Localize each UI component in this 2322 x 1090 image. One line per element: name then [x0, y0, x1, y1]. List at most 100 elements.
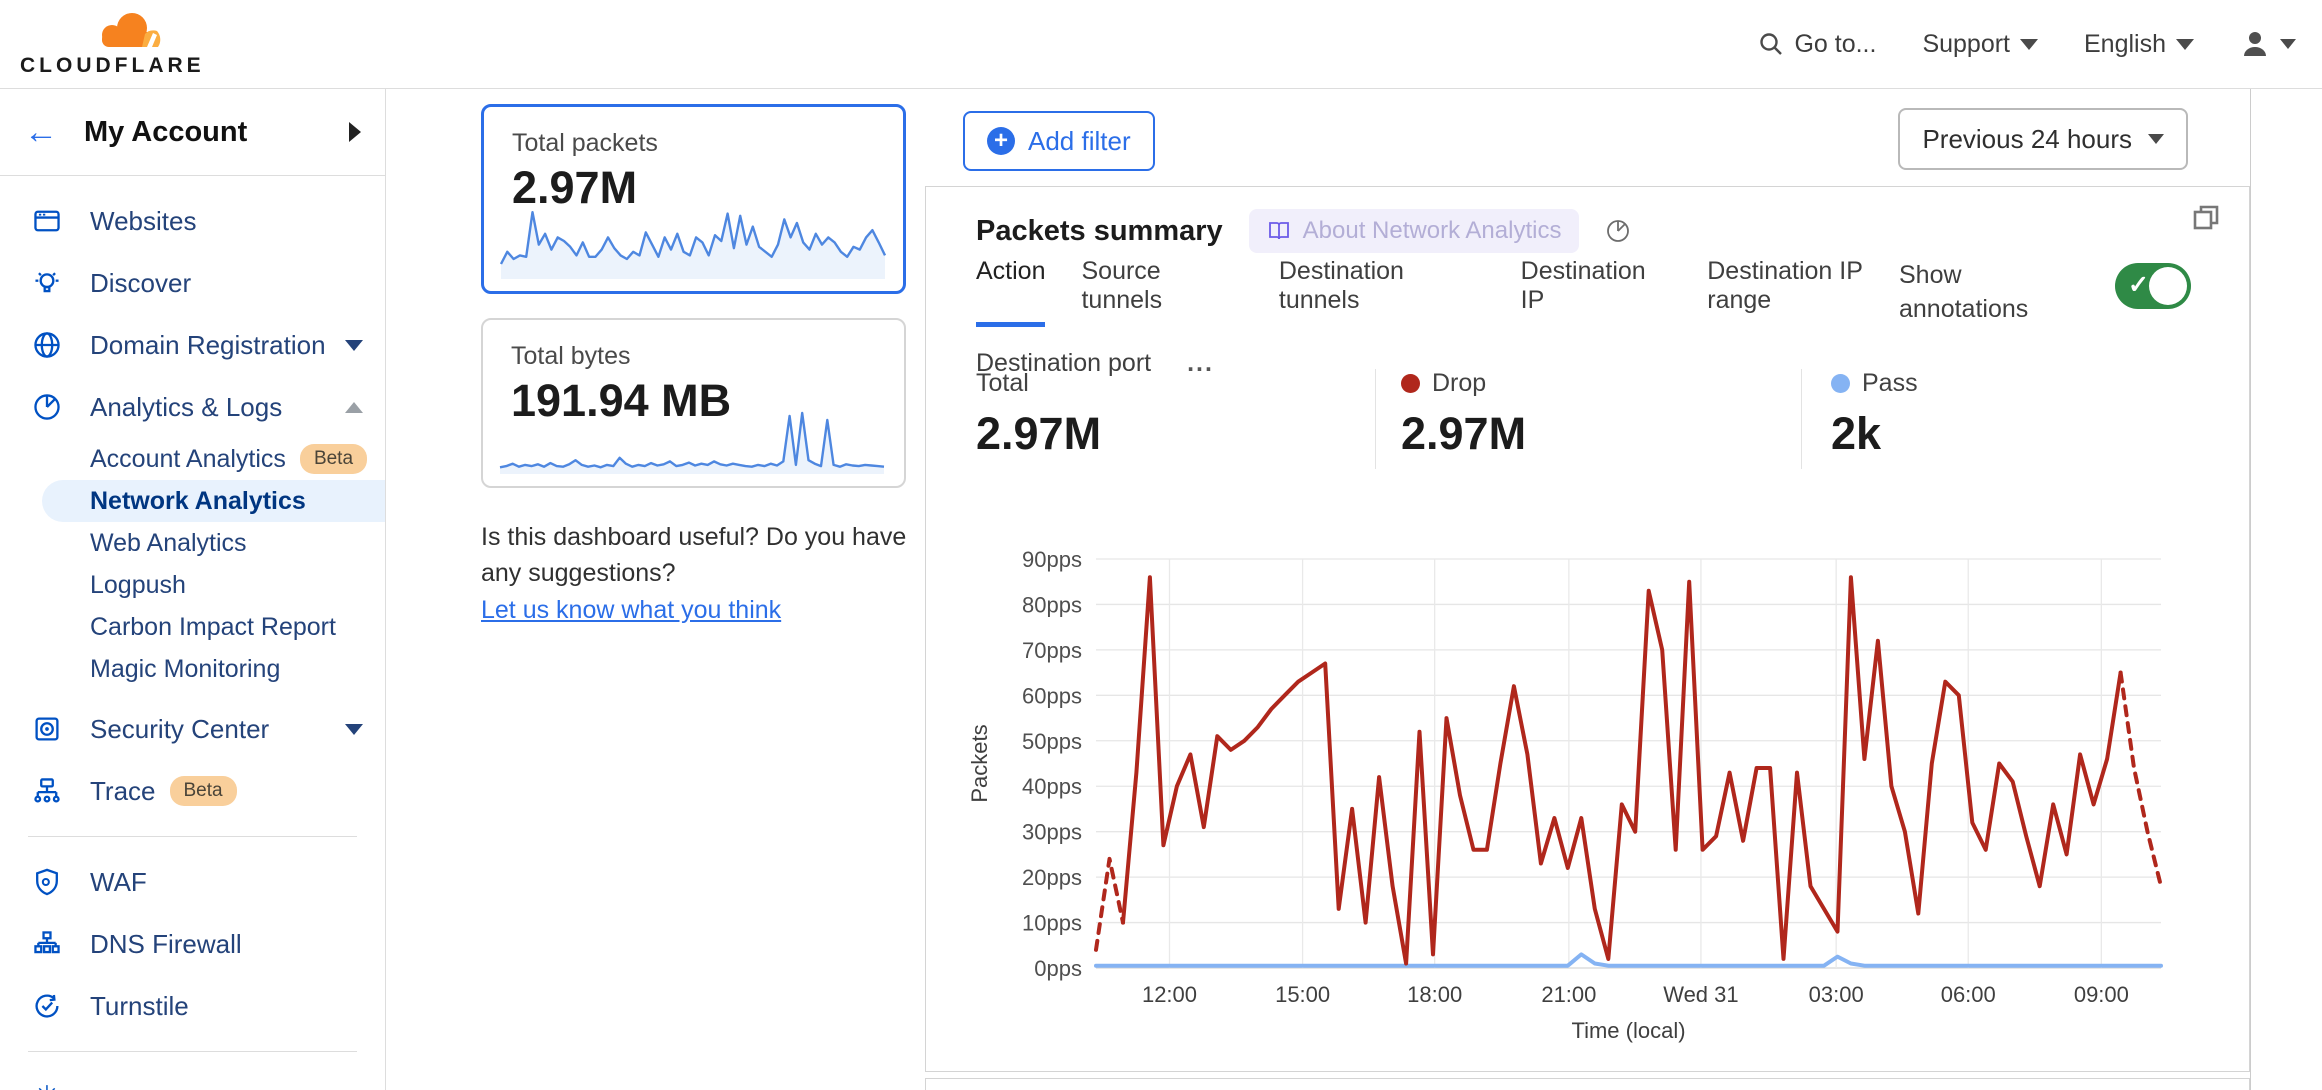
book-icon [1267, 219, 1291, 243]
toggle-knob [2149, 267, 2187, 305]
sidebar-item-partial[interactable]: ✳ [0, 1066, 385, 1090]
trace-flow-icon [30, 774, 64, 808]
total-packets-card[interactable]: Total packets 2.97M [481, 104, 906, 294]
language-menu[interactable]: English [2084, 30, 2194, 59]
cloudflare-logo[interactable]: CLOUDFLARE [20, 6, 190, 82]
sidebar-item-label: DNS Firewall [90, 929, 242, 960]
top-bar-menu: Go to... Support English [1758, 0, 2296, 88]
sidebar-item-discover[interactable]: Discover [0, 252, 385, 314]
feedback-link[interactable]: Let us know what you think [481, 596, 781, 624]
support-menu[interactable]: Support [1922, 30, 2038, 59]
sidebar-item-waf[interactable]: WAF [0, 851, 385, 913]
chevron-up-icon [345, 402, 363, 413]
sidebar-item-analytics-logs[interactable]: Analytics & Logs [0, 376, 385, 438]
sidebar-item-label: Discover [90, 268, 191, 299]
tab-destination-tunnels[interactable]: Destination tunnels [1279, 257, 1485, 327]
sidebar-item-label: Logpush [90, 571, 186, 600]
sidebar-item-trace[interactable]: Trace Beta [0, 760, 385, 822]
svg-text:09:00: 09:00 [2074, 982, 2129, 1007]
sidebar-item-label: WAF [90, 867, 147, 898]
sidebar-item-web-analytics[interactable]: Web Analytics [0, 522, 385, 564]
plus-icon: + [987, 127, 1015, 155]
svg-text:50pps: 50pps [1022, 729, 1082, 754]
content-area: Total packets 2.97M Total bytes 191.94 M… [386, 89, 2250, 1090]
svg-text:90pps: 90pps [1022, 547, 1082, 572]
sidebar-item-account-analytics[interactable]: Account Analytics Beta [0, 438, 385, 480]
chevron-down-icon [2280, 39, 2296, 49]
svg-text:21:00: 21:00 [1541, 982, 1596, 1007]
sidebar-item-turnstile[interactable]: Turnstile [0, 975, 385, 1037]
divider [28, 1051, 357, 1052]
sidebar-item-dns-firewall[interactable]: DNS Firewall [0, 913, 385, 975]
verify-check-icon [30, 989, 64, 1023]
total-bytes-card[interactable]: Total bytes 191.94 MB [481, 318, 906, 488]
chevron-right-icon[interactable] [349, 122, 361, 142]
sidebar-item-network-analytics[interactable]: Network Analytics [42, 480, 385, 522]
hierarchy-icon [30, 927, 64, 961]
sidebar-item-carbon-impact-report[interactable]: Carbon Impact Report [0, 606, 385, 648]
sidebar-item-label: Network Analytics [90, 487, 306, 516]
feedback-block: Is this dashboard useful? Do you have an… [481, 519, 951, 628]
lightbulb-icon [30, 266, 64, 300]
svg-text:30pps: 30pps [1022, 820, 1082, 845]
show-annotations-toggle[interactable]: ✓ [2115, 263, 2191, 309]
svg-text:Time (local): Time (local) [1571, 1018, 1685, 1043]
panel-title: Packets summary [976, 215, 1223, 248]
sidebar-item-magic-monitoring[interactable]: Magic Monitoring [0, 648, 385, 690]
globe-icon [30, 328, 64, 362]
sidebar-item-label: Carbon Impact Report [90, 613, 336, 642]
svg-text:Wed 31: Wed 31 [1663, 982, 1738, 1007]
chevron-down-icon [345, 724, 363, 735]
cloudflare-dashboard: CLOUDFLARE Go to... Support English [0, 0, 2322, 1090]
language-label: English [2084, 30, 2166, 59]
account-menu[interactable] [2240, 29, 2296, 59]
show-annotations-label: Show annotations [1899, 259, 2049, 327]
panel-header: Packets summary About Network Analytics [976, 209, 1631, 253]
svg-text:10pps: 10pps [1022, 911, 1082, 936]
about-badge-label: About Network Analytics [1303, 217, 1562, 245]
about-network-analytics-badge[interactable]: About Network Analytics [1249, 209, 1580, 253]
add-filter-button[interactable]: + Add filter [963, 111, 1155, 171]
pie-meter-icon[interactable] [1605, 218, 1631, 244]
svg-text:60pps: 60pps [1022, 683, 1082, 708]
svg-text:18:00: 18:00 [1407, 982, 1462, 1007]
stat-value: 2.97M [976, 408, 1101, 460]
beta-badge: Beta [170, 776, 237, 806]
stat-drop: Drop 2.97M [1401, 369, 1526, 460]
chevron-down-icon [345, 340, 363, 351]
tab-source-tunnels[interactable]: Source tunnels [1081, 257, 1242, 327]
svg-text:06:00: 06:00 [1941, 982, 1996, 1007]
pie-chart-icon [30, 390, 64, 424]
metric-label: Total bytes [511, 342, 904, 371]
sidebar-item-domain-registration[interactable]: Domain Registration [0, 314, 385, 376]
tab-destination-ip-range[interactable]: Destination IP range [1707, 257, 1926, 327]
stat-label: Pass [1862, 369, 1918, 398]
sidebar-header: ← My Account [0, 89, 385, 176]
goto-search[interactable]: Go to... [1758, 30, 1876, 59]
time-range-dropdown[interactable]: Previous 24 hours [1898, 108, 2188, 170]
drop-dot [1401, 374, 1420, 393]
next-panel-partial [925, 1078, 2250, 1090]
divider [1375, 369, 1376, 469]
sidebar-item-websites[interactable]: Websites [0, 190, 385, 252]
time-range-label: Previous 24 hours [1922, 124, 2132, 155]
chevron-down-icon [2176, 39, 2194, 50]
stats-row: Total 2.97M Drop 2.97M Pass 2k [926, 369, 2250, 469]
account-title: My Account [84, 116, 247, 149]
sidebar-item-security-center[interactable]: Security Center [0, 698, 385, 760]
svg-text:80pps: 80pps [1022, 592, 1082, 617]
expand-panel-button[interactable] [2191, 203, 2221, 238]
sidebar-item-label: Web Analytics [90, 529, 247, 558]
sidebar-item-label: Trace [90, 776, 156, 807]
user-icon [2240, 29, 2270, 59]
back-arrow-icon[interactable]: ← [24, 115, 58, 149]
divider [28, 836, 357, 837]
sidebar-item-label: Domain Registration [90, 330, 326, 361]
tab-action[interactable]: Action [976, 257, 1045, 327]
sidebar-item-logpush[interactable]: Logpush [0, 564, 385, 606]
stat-label: Drop [1432, 369, 1486, 398]
tab-destination-ip[interactable]: Destination IP [1521, 257, 1672, 327]
sidebar-item-label: Websites [90, 206, 196, 237]
svg-text:40pps: 40pps [1022, 774, 1082, 799]
packets-summary-panel: Packets summary About Network Analytics [925, 186, 2250, 1072]
